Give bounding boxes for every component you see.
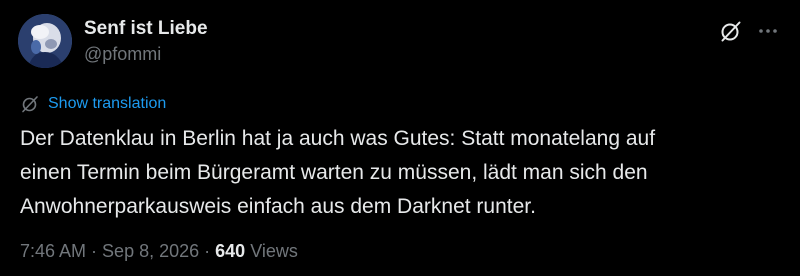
profile-photo-icon [18,14,72,68]
translate-slash-circle-icon [20,94,40,114]
tweet-text-line: einen Termin beim Bürgeramt warten zu mü… [20,161,648,184]
meta-separator: · [86,241,103,261]
tweet-card: Senf ist Liebe @pfommi Show translation … [0,0,800,276]
tweet-text-line: Der Datenklau in Berlin hat ja auch was … [20,127,656,150]
show-translation-label: Show translation [48,95,167,112]
meta-separator: · [199,241,216,261]
more-options-icon[interactable] [756,19,780,43]
tweet-text-line: Anwohnerparkausweis einfach aus dem Dark… [20,195,536,218]
views-label: Views [250,241,298,261]
tweet-meta: 7:46 AM · Sep 8, 2026 · 640 Views [20,241,298,262]
views-count: 640 [215,241,246,261]
tweet-time[interactable]: 7:46 AM [20,241,86,261]
grok-icon[interactable] [719,19,743,43]
author-display-name[interactable]: Senf ist Liebe [84,18,208,40]
avatar[interactable] [18,14,72,68]
author-handle[interactable]: @pfommi [84,44,161,65]
show-translation-link[interactable]: Show translation [20,94,166,114]
tweet-text: Der Datenklau in Berlin hat ja auch was … [20,122,780,224]
tweet-date[interactable]: Sep 8, 2026 [102,241,199,261]
